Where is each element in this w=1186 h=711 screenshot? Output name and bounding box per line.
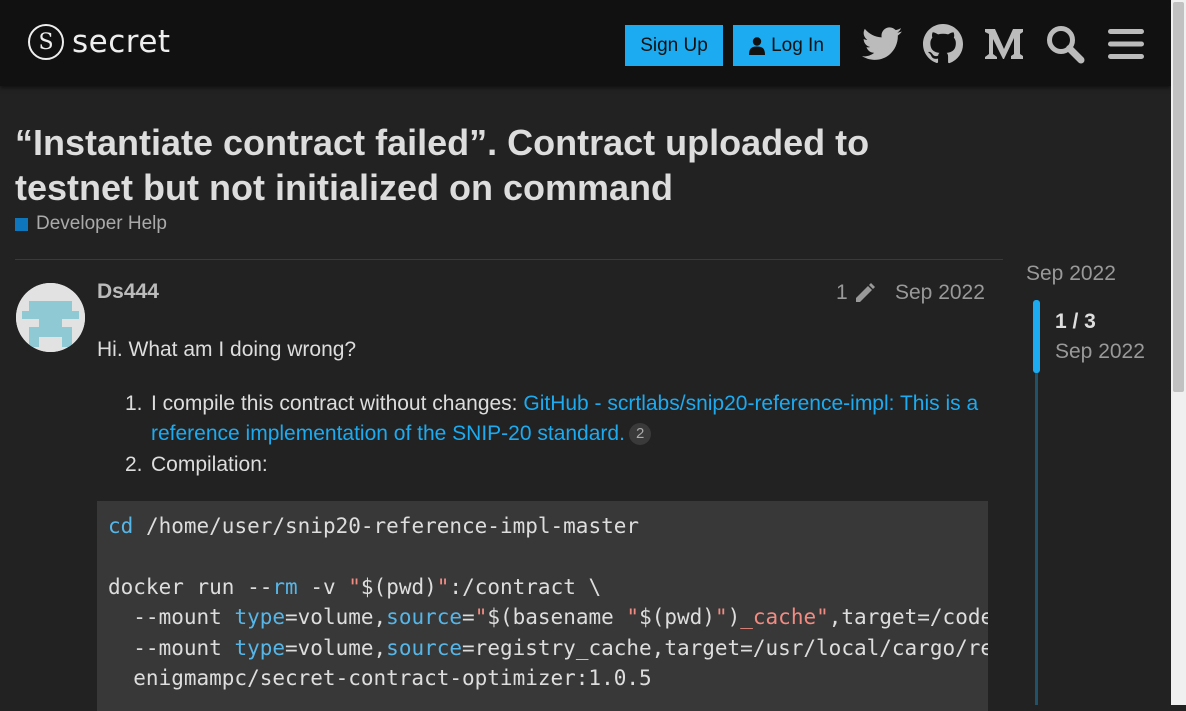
code-keyword: source (386, 605, 463, 629)
identicon-icon (16, 283, 85, 352)
code-keyword: type (234, 605, 286, 629)
twitter-icon[interactable] (860, 22, 904, 66)
code-text: docker run -- (108, 575, 273, 599)
category-color-swatch (15, 217, 28, 231)
log-in-label: Log In (771, 34, 824, 56)
github-icon[interactable] (921, 22, 965, 66)
code-keyword: rm (272, 575, 298, 599)
list-item-text: I compile this contract without changes: (151, 392, 524, 415)
code-string: " (474, 605, 488, 629)
sign-up-button[interactable]: Sign Up (625, 25, 723, 66)
topic-divider (15, 259, 1003, 260)
code-text: enigmampc/secret-contract-optimizer:1.0.… (108, 666, 652, 690)
code-block[interactable]: cd /home/user/snip20-reference-impl-mast… (97, 501, 988, 711)
code-text: -v (297, 575, 349, 599)
code-text: $(basename (487, 605, 627, 629)
post-greeting: Hi. What am I doing wrong? (97, 338, 357, 361)
code-string: " (626, 605, 640, 629)
scrollbar-thumb[interactable] (1173, 2, 1184, 392)
code-string: " (348, 575, 361, 599)
code-text: ) (727, 605, 741, 629)
timeline-position: 1 / 3 (1055, 310, 1096, 333)
category-name: Developer Help (36, 213, 167, 234)
code-text: --mount (108, 605, 235, 629)
code-text: =volume, (285, 605, 387, 629)
code-text: =registry_cache,target=/usr/local/cargo/… (462, 636, 988, 660)
logo-mark-icon: S (28, 24, 64, 60)
timeline-current-date: Sep 2022 (1055, 340, 1145, 363)
site-header: S secret Sign Up Log In (0, 0, 1171, 86)
user-icon (749, 36, 766, 55)
topic-title[interactable]: “Instantiate contract failed”. Contract … (15, 120, 995, 210)
category-badge[interactable]: Developer Help (15, 213, 167, 235)
code-line: docker run --rm -v "$(pwd)":/contract \ (108, 572, 601, 602)
post-date[interactable]: Sep 2022 (895, 281, 985, 305)
pencil-icon (855, 283, 875, 302)
list-item-text: Compilation: (151, 453, 268, 476)
list-item: 2. Compilation: (125, 450, 995, 480)
page-scrollbar[interactable] (1171, 0, 1186, 705)
code-line: --mount type=volume,source="$(basename "… (108, 602, 988, 632)
code-text: --mount (108, 636, 235, 660)
code-text: /home/user/snip20-reference-impl-master (133, 514, 640, 538)
list-item: 1. I compile this contract without chang… (125, 389, 995, 449)
code-text: $(pwd) (360, 575, 437, 599)
list-number: 1. (125, 392, 143, 415)
list-number: 2. (125, 453, 143, 476)
code-keyword: cd (108, 514, 134, 538)
code-text: $(pwd) (639, 605, 715, 629)
link-click-count-badge: 2 (628, 423, 652, 445)
code-string: " (714, 605, 728, 629)
site-logo[interactable]: S secret (28, 24, 171, 60)
code-keyword: source (386, 636, 463, 660)
post-username[interactable]: Ds444 (97, 280, 159, 304)
post-list: 1. I compile this contract without chang… (125, 389, 995, 481)
timeline-start-date[interactable]: Sep 2022 (1026, 262, 1116, 286)
medium-icon[interactable] (982, 22, 1026, 66)
code-text: =volume, (285, 636, 387, 660)
code-text: = (462, 605, 475, 629)
edit-history-button[interactable]: 1 (836, 281, 876, 305)
code-string: " (436, 575, 450, 599)
log-in-button[interactable]: Log In (733, 25, 840, 66)
hamburger-menu-icon[interactable] (1104, 22, 1148, 66)
timeline-scroll-handle[interactable] (1033, 300, 1040, 373)
avatar[interactable] (16, 283, 85, 352)
code-string: _cache" (740, 605, 829, 629)
code-line: enigmampc/secret-contract-optimizer:1.0.… (108, 663, 652, 693)
code-text: :/contract \ (449, 575, 602, 599)
code-line: --mount type=volume,source=registry_cach… (108, 633, 988, 663)
code-line: cd /home/user/snip20-reference-impl-mast… (108, 511, 639, 541)
search-icon[interactable] (1043, 22, 1087, 66)
logo-text: secret (72, 24, 171, 60)
code-text: ,target=/code/target \ (828, 605, 988, 629)
code-keyword: type (234, 636, 286, 660)
edit-count: 1 (836, 281, 848, 304)
